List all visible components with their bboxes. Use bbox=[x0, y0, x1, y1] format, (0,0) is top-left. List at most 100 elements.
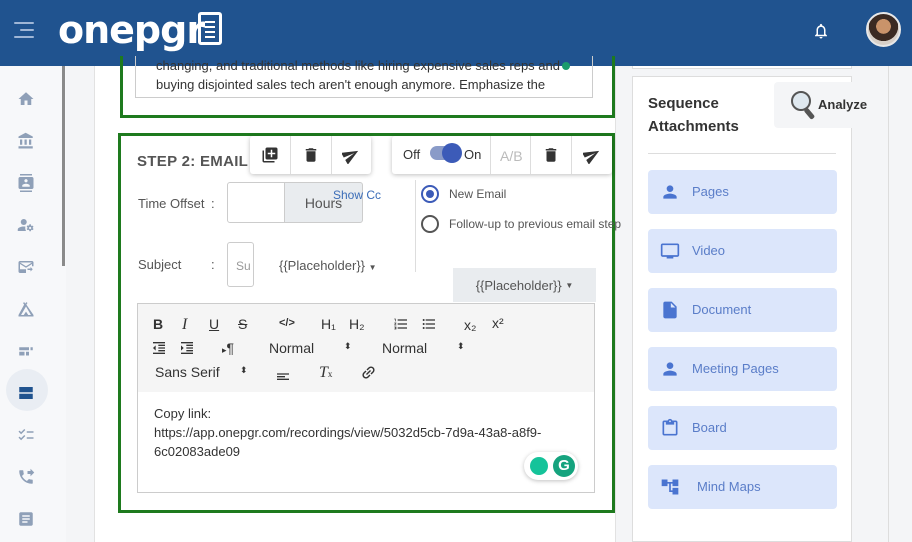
left-sidebar bbox=[0, 66, 66, 542]
subject-colon: : bbox=[211, 257, 215, 272]
bank-icon[interactable] bbox=[17, 132, 37, 152]
size-select-2[interactable]: Normal ⬍ bbox=[382, 340, 465, 356]
bullet-list-icon[interactable] bbox=[421, 316, 437, 332]
attachment-document[interactable]: Document bbox=[648, 288, 837, 332]
text-direction-button[interactable]: ▸¶ bbox=[222, 340, 234, 356]
toggle-on-label: On bbox=[464, 147, 482, 162]
previous-step-body[interactable]: changing, and traditional methods like h… bbox=[135, 56, 593, 98]
hamburger-menu-icon[interactable] bbox=[14, 22, 34, 38]
sidebar-scrollbar[interactable] bbox=[62, 66, 65, 266]
subject-placeholder-dropdown[interactable]: {{Placeholder}} ▼ bbox=[279, 258, 377, 273]
attachment-board[interactable]: Board bbox=[648, 406, 837, 450]
email-body-editor[interactable]: Copy link: https://app.onepgr.com/record… bbox=[137, 392, 595, 493]
font-family-select[interactable]: Sans Serif ⬍ bbox=[155, 364, 248, 380]
editor-line-2: https://app.onepgr.com/recordings/view/5… bbox=[154, 425, 542, 440]
notes-icon[interactable] bbox=[17, 510, 37, 530]
phone-forward-icon[interactable] bbox=[17, 468, 37, 488]
grammarly-g-icon: G bbox=[553, 455, 575, 477]
size-select-1[interactable]: Normal ⬍ bbox=[269, 340, 352, 356]
superscript-button[interactable]: x² bbox=[492, 315, 504, 331]
trash-icon bbox=[545, 148, 557, 162]
subscript-button[interactable]: x₂ bbox=[464, 317, 476, 333]
align-icon[interactable] bbox=[275, 366, 291, 382]
delete-step-button[interactable] bbox=[291, 136, 331, 174]
indent-icon[interactable] bbox=[179, 340, 195, 356]
analyze-button[interactable]: Analyze bbox=[774, 82, 878, 128]
step-on-off-toggle[interactable] bbox=[430, 143, 462, 163]
camp-icon[interactable] bbox=[17, 300, 37, 320]
subject-input[interactable]: Su bbox=[227, 242, 254, 287]
placeholder-label: {{Placeholder}} bbox=[279, 258, 366, 273]
user-settings-icon[interactable] bbox=[17, 216, 37, 236]
updown-icon: ⬍ bbox=[240, 365, 248, 375]
home-icon[interactable] bbox=[17, 90, 37, 110]
attachment-video[interactable]: Video bbox=[648, 229, 837, 273]
heading-2-button[interactable]: H₂ bbox=[349, 316, 365, 332]
size-1-value: Normal bbox=[269, 340, 315, 356]
attachment-meeting-pages[interactable]: Meeting Pages bbox=[648, 347, 837, 391]
email-forward-icon[interactable] bbox=[17, 258, 37, 278]
underline-button[interactable]: U bbox=[209, 316, 219, 332]
analyze-label: Analyze bbox=[818, 97, 868, 112]
pilcrow-icon: ¶ bbox=[226, 340, 235, 356]
ab-test-button[interactable]: A/B bbox=[500, 148, 523, 164]
sequence-icon[interactable] bbox=[17, 384, 37, 404]
attachment-label: Document bbox=[692, 302, 752, 317]
contacts-icon[interactable] bbox=[17, 174, 37, 194]
attachment-mind-maps[interactable]: Mind Maps bbox=[648, 465, 837, 509]
send-variant-button[interactable] bbox=[572, 136, 612, 174]
dashboard-icon[interactable] bbox=[17, 342, 37, 362]
italic-button[interactable]: I bbox=[182, 316, 187, 334]
clipboard-icon bbox=[662, 418, 678, 436]
follow-up-label: Follow-up to previous email step bbox=[449, 217, 622, 231]
previous-step-box: changing, and traditional methods like h… bbox=[120, 56, 615, 118]
follow-up-radio[interactable] bbox=[421, 215, 439, 233]
notification-bell-icon[interactable] bbox=[812, 20, 830, 42]
previous-step-line-1: changing, and traditional methods like h… bbox=[156, 56, 592, 75]
logo-document-icon bbox=[198, 12, 222, 45]
attachment-label: Pages bbox=[692, 184, 729, 199]
person-icon bbox=[663, 362, 677, 376]
body-placeholder-dropdown[interactable]: {{Placeholder}} ▼ bbox=[453, 268, 596, 302]
divider bbox=[415, 180, 416, 272]
attachment-label: Meeting Pages bbox=[692, 361, 779, 376]
strike-button[interactable]: S bbox=[238, 316, 247, 332]
right-scroll-gutter bbox=[888, 66, 912, 542]
new-email-label: New Email bbox=[449, 187, 507, 201]
magnifier-icon bbox=[791, 91, 815, 120]
editor-line-1: Copy link: bbox=[154, 406, 212, 421]
send-icon bbox=[583, 150, 600, 164]
grammarly-widget[interactable]: G bbox=[524, 452, 578, 480]
bold-button[interactable]: B bbox=[153, 316, 163, 332]
delete-variant-button[interactable] bbox=[531, 136, 571, 174]
link-icon[interactable] bbox=[360, 364, 377, 381]
send-step-button[interactable] bbox=[331, 136, 371, 174]
ordered-list-icon[interactable] bbox=[393, 316, 409, 332]
user-avatar[interactable] bbox=[866, 12, 901, 47]
add-box-icon bbox=[262, 147, 278, 163]
attachment-pages[interactable]: Pages bbox=[648, 170, 837, 214]
font-family-value: Sans Serif bbox=[155, 364, 220, 380]
updown-icon: ⬍ bbox=[457, 341, 465, 351]
outdent-icon[interactable] bbox=[151, 340, 167, 356]
size-2-value: Normal bbox=[382, 340, 428, 356]
time-offset-label: Time Offset bbox=[138, 196, 205, 211]
attachment-label: Video bbox=[692, 243, 726, 258]
checklist-icon[interactable] bbox=[17, 426, 37, 446]
placeholder-label-2: {{Placeholder}} bbox=[475, 277, 562, 293]
monitor-icon bbox=[660, 243, 680, 259]
mindmap-icon bbox=[661, 479, 679, 495]
time-offset-colon: : bbox=[211, 196, 215, 211]
clear-format-button[interactable]: Tx bbox=[319, 364, 332, 382]
divider bbox=[648, 153, 836, 154]
updown-icon: ⬍ bbox=[344, 341, 352, 351]
heading-1-button[interactable]: H₁ bbox=[321, 316, 336, 332]
time-offset-input[interactable] bbox=[227, 182, 285, 223]
step-toolbar-left bbox=[250, 136, 371, 174]
show-cc-link[interactable]: Show Cc bbox=[333, 188, 381, 202]
add-step-button[interactable] bbox=[250, 136, 290, 174]
new-email-radio[interactable] bbox=[421, 185, 439, 203]
previous-step-line-2: buying disjointed sales tech aren't enou… bbox=[156, 77, 546, 92]
code-button[interactable]: </> bbox=[279, 317, 295, 329]
app-logo[interactable]: onepgr bbox=[58, 8, 205, 52]
